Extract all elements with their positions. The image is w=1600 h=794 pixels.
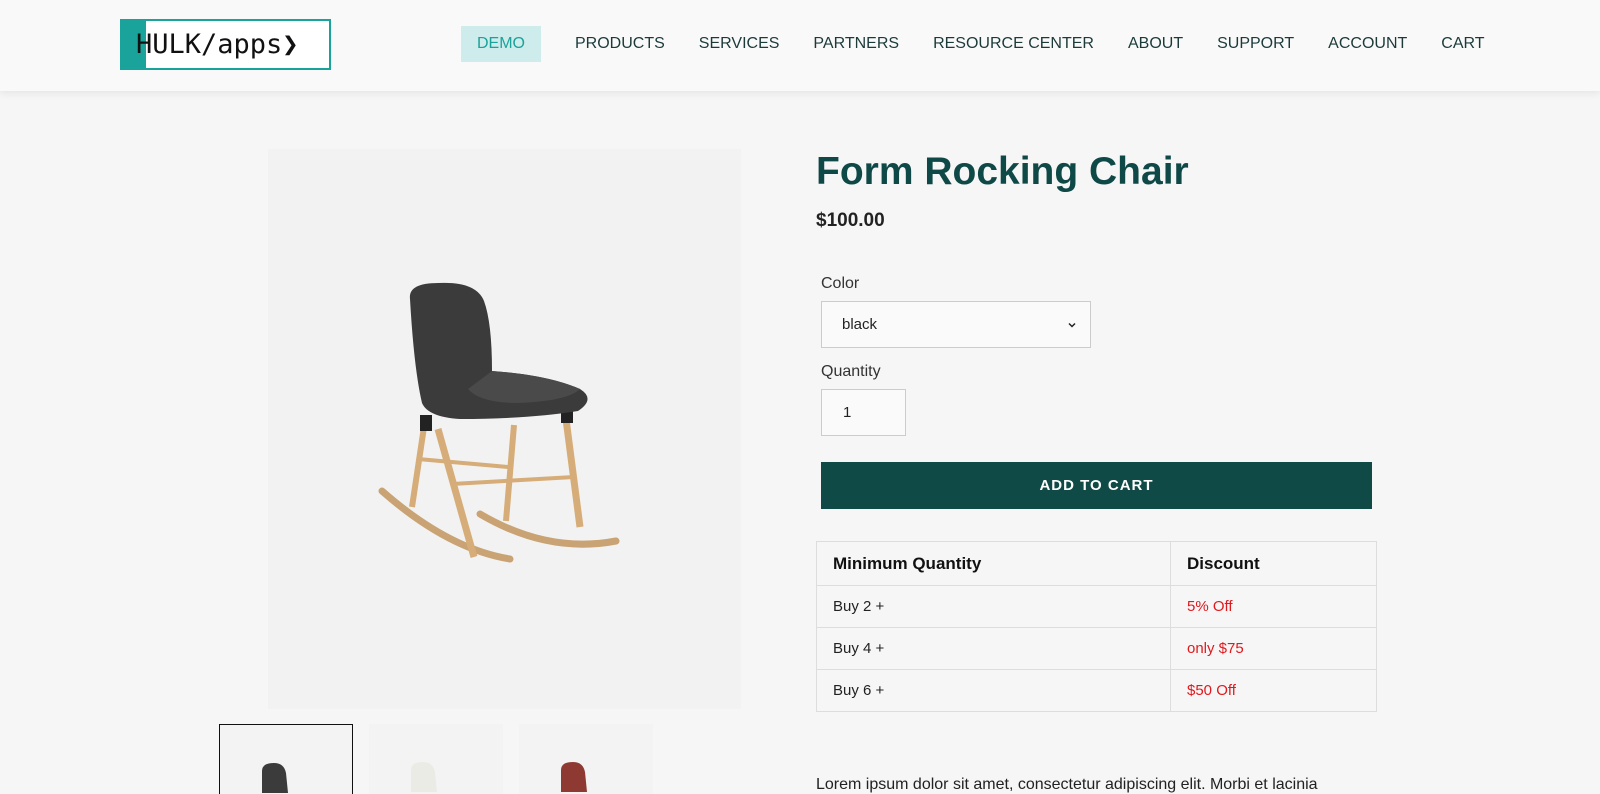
chair-thumbnail-icon [262, 763, 288, 793]
table-header-row: Minimum Quantity Discount [816, 541, 1377, 586]
header-discount: Discount [1170, 541, 1377, 586]
min-quantity-cell: Buy 4 + [816, 627, 1171, 670]
nav-services[interactable]: SERVICES [683, 26, 796, 62]
thumbnail-black[interactable] [219, 724, 353, 794]
discount-cell: only $75 [1170, 627, 1377, 670]
chevron-down-icon [1068, 322, 1076, 328]
chair-thumbnail-icon [561, 762, 587, 792]
min-quantity-cell: Buy 6 + [816, 669, 1171, 712]
nav-resource-center[interactable]: RESOURCE CENTER [917, 26, 1110, 62]
main-nav: DEMO PRODUCTS SERVICES PARTNERS RESOURCE… [461, 26, 1503, 62]
nav-about[interactable]: ABOUT [1112, 26, 1199, 62]
header-min-quantity: Minimum Quantity [816, 541, 1171, 586]
volume-discount-table: Minimum Quantity Discount Buy 2 + 5% Off… [816, 541, 1377, 712]
nav-cart[interactable]: CART [1425, 26, 1500, 62]
table-row: Buy 2 + 5% Off [816, 585, 1377, 628]
product-title: Form Rocking Chair [816, 150, 1189, 193]
add-to-cart-button[interactable]: ADD TO CART [821, 462, 1372, 509]
thumbnail-strip [219, 724, 653, 794]
discount-cell: 5% Off [1170, 585, 1377, 628]
thumbnail-white[interactable] [369, 724, 503, 794]
chair-thumbnail-icon [411, 762, 437, 792]
site-header: HULK/apps❯ DEMO PRODUCTS SERVICES PARTNE… [0, 0, 1600, 91]
table-row: Buy 4 + only $75 [816, 627, 1377, 670]
quantity-input[interactable]: 1 [821, 389, 906, 436]
quantity-label: Quantity [821, 363, 881, 380]
min-quantity-cell: Buy 2 + [816, 585, 1171, 628]
table-row: Buy 6 + $50 Off [816, 669, 1377, 712]
color-select[interactable]: black [821, 301, 1091, 348]
color-label: Color [821, 275, 860, 292]
rocking-chair-image [378, 282, 620, 563]
product-description: Lorem ipsum dolor sit amet, consectetur … [816, 776, 1318, 793]
nav-products[interactable]: PRODUCTS [559, 26, 681, 62]
thumbnail-red[interactable] [519, 724, 653, 794]
logo-text: HULK/apps❯ [136, 29, 299, 60]
nav-demo[interactable]: DEMO [461, 26, 541, 62]
nav-support[interactable]: SUPPORT [1201, 26, 1310, 62]
logo[interactable]: HULK/apps❯ [120, 19, 331, 70]
discount-cell: $50 Off [1170, 669, 1377, 712]
product-price: $100.00 [816, 210, 885, 231]
product-main-image[interactable] [268, 149, 741, 709]
color-select-value: black [842, 316, 878, 333]
nav-account[interactable]: ACCOUNT [1312, 26, 1423, 62]
nav-partners[interactable]: PARTNERS [797, 26, 915, 62]
